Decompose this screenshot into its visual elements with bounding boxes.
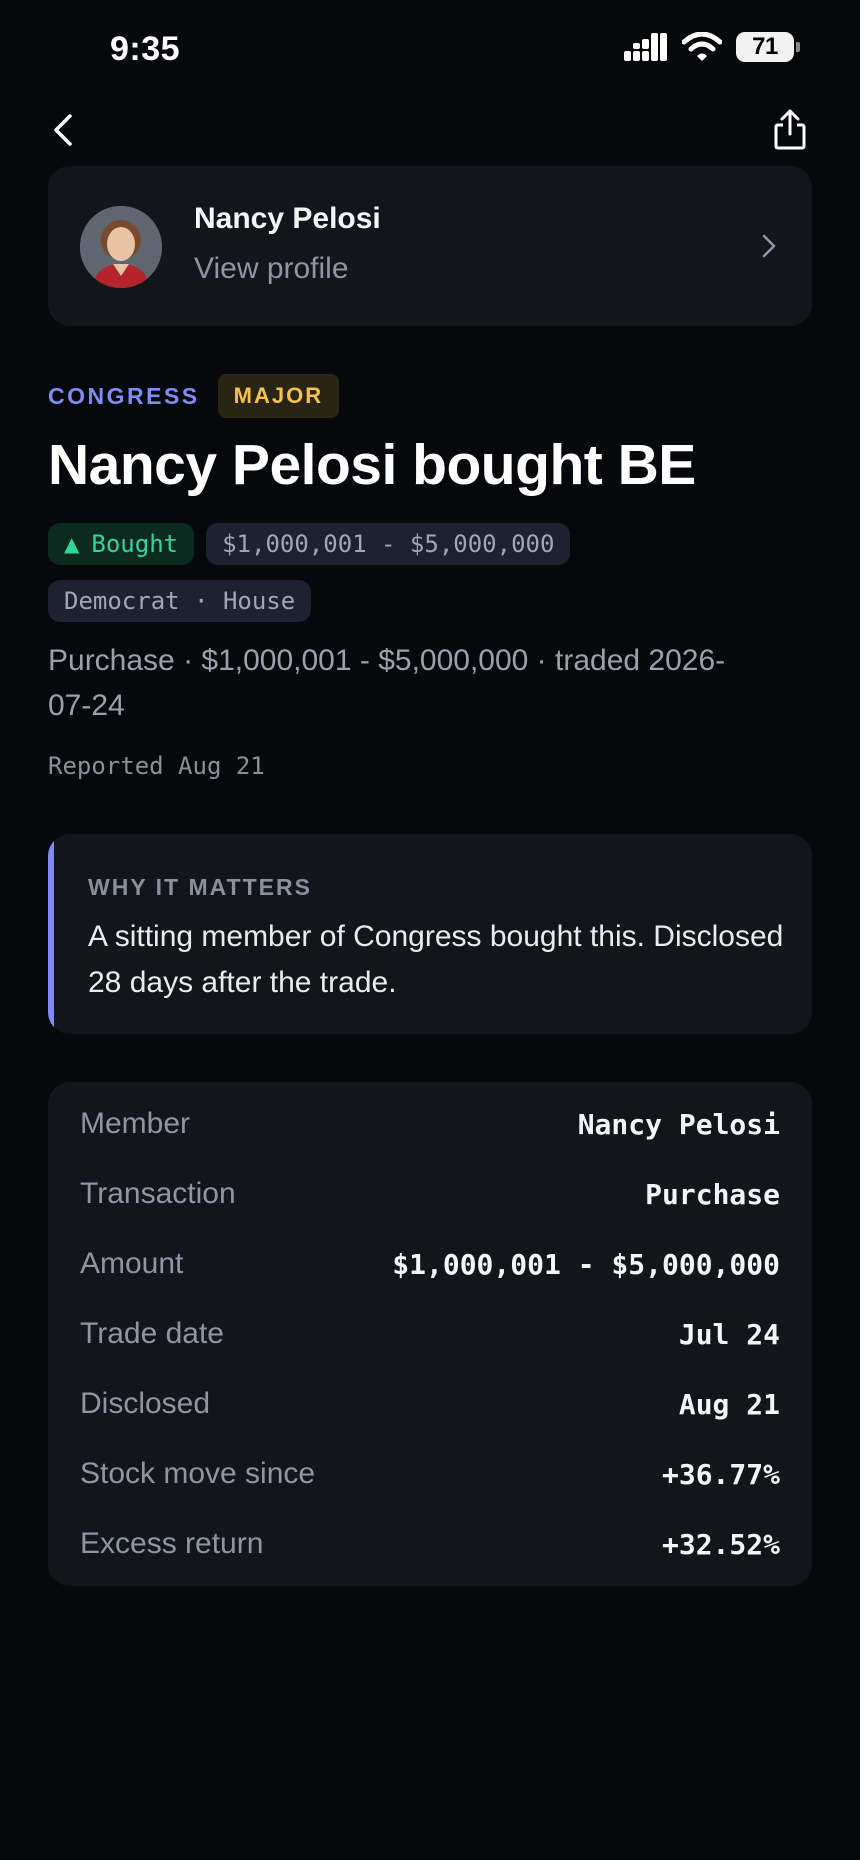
amount-pill: $1,000,001 - $5,000,000: [206, 523, 571, 565]
avatar: [80, 206, 162, 288]
detail-label: Member: [80, 1107, 191, 1140]
reported-date: Reported Aug 21: [48, 752, 265, 780]
detail-value: Nancy Pelosi: [577, 1107, 780, 1141]
battery-cap: [796, 42, 800, 52]
detail-value: $1,000,001 - $5,000,000: [392, 1247, 780, 1281]
detail-label: Disclosed: [80, 1387, 211, 1420]
detail-value: Jul 24: [678, 1317, 780, 1351]
pill-row-2: Democrat · House: [48, 580, 312, 622]
bought-label: Bought: [91, 530, 179, 558]
chevron-right-icon: [762, 234, 776, 258]
view-profile-link[interactable]: View profile: [194, 252, 349, 286]
accent-bar: [48, 834, 54, 1034]
detail-row-member: Member Nancy Pelosi: [80, 1104, 780, 1144]
triangle-up-icon: ▲: [64, 532, 80, 556]
party-chamber-pill: Democrat · House: [48, 580, 312, 622]
page-title: Nancy Pelosi bought BE: [48, 433, 696, 497]
detail-label: Excess return: [80, 1527, 264, 1560]
detail-label: Stock move since: [80, 1457, 316, 1490]
why-it-matters-body: A sitting member of Congress bought this…: [88, 920, 784, 999]
bought-pill: ▲ Bought: [48, 523, 195, 565]
detail-row-excess-return: Excess return +32.52%: [80, 1524, 780, 1564]
trade-summary: Purchase · $1,000,001 - $5,000,000 · tra…: [48, 644, 726, 722]
battery-level: 71: [752, 33, 778, 60]
detail-label: Trade date: [80, 1317, 224, 1350]
why-it-matters-title: WHY IT MATTERS: [88, 874, 312, 900]
profile-name: Nancy Pelosi: [194, 202, 381, 235]
signal-icon: [624, 33, 667, 61]
category-tag: CONGRESS: [48, 382, 200, 409]
detail-value: Aug 21: [678, 1387, 780, 1421]
detail-row-transaction: Transaction Purchase: [80, 1174, 780, 1214]
wifi-icon: [682, 32, 722, 61]
share-icon[interactable]: [768, 108, 812, 152]
detail-row-amount: Amount $1,000,001 - $5,000,000: [80, 1244, 780, 1284]
chevron-left-icon[interactable]: [44, 108, 88, 152]
detail-row-trade-date: Trade date Jul 24: [80, 1314, 780, 1354]
avatar-image: [80, 206, 162, 288]
detail-value: +36.77%: [661, 1457, 780, 1491]
detail-row-disclosed: Disclosed Aug 21: [80, 1384, 780, 1424]
why-it-matters-card: WHY IT MATTERS A sitting member of Congr…: [48, 834, 812, 1034]
pill-row-1: ▲ Bought $1,000,001 - $5,000,000: [48, 523, 571, 565]
status-time: 9:35: [110, 30, 181, 68]
detail-value: +32.52%: [661, 1527, 780, 1561]
detail-label: Transaction: [80, 1177, 236, 1210]
battery-icon: 71: [736, 32, 800, 62]
trade-detail-screen: 9:35 71 Nancy Pelosi View profile CONGRE…: [0, 0, 860, 1860]
status-bar: 9:35 71: [0, 0, 860, 100]
status-icons: 71: [624, 32, 800, 62]
detail-label: Amount: [80, 1247, 184, 1280]
profile-card[interactable]: Nancy Pelosi View profile: [48, 166, 812, 326]
detail-row-stock-move: Stock move since +36.77%: [80, 1454, 780, 1494]
severity-badge: MAJOR: [217, 374, 340, 418]
details-table: Member Nancy Pelosi Transaction Purchase…: [48, 1082, 812, 1586]
detail-value: Purchase: [645, 1177, 780, 1211]
tag-row: CONGRESS MAJOR: [48, 374, 340, 418]
